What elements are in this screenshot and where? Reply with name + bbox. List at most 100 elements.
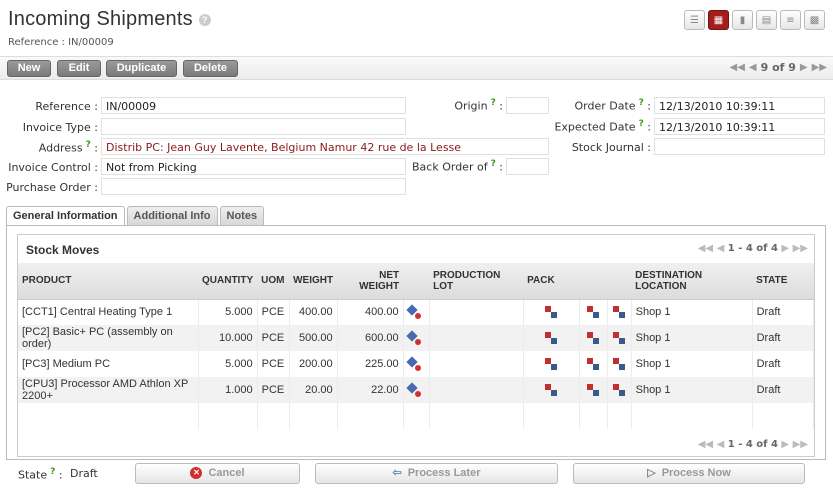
cell-pack-action-1 [579,299,608,325]
table-row[interactable]: [PC3] Medium PC 5.000 PCE 200.00 225.00 Shop … [18,351,815,377]
pack-icon[interactable] [545,358,558,371]
tab-panel: Stock Moves ◀◀ ◀ 1 - 4 of 4 ▶ ▶▶ PRODUCT… [6,225,826,460]
pack-icon[interactable] [613,306,626,319]
address-field[interactable]: Distrib PC: Jean Guy Lavente, Belgium Na… [101,138,549,155]
origin-field[interactable] [506,97,549,114]
help-icon[interactable]: ? [639,98,644,108]
reference-field[interactable]: IN/00009 [101,97,406,114]
invoice-control-field[interactable]: Not from Picking [101,158,406,175]
last-page-icon[interactable]: ▶▶ [793,243,808,254]
col-uom[interactable]: UOM [257,263,290,300]
pack-icon[interactable] [545,332,558,345]
col-net-weight[interactable]: NET WEIGHT [337,263,404,300]
list-view-icon[interactable]: ☰ [684,10,705,30]
pack-icon[interactable] [613,332,626,345]
help-icon[interactable]: ? [491,98,496,108]
process-later-button[interactable]: ⇦ Process Later [315,463,558,484]
stock-moves-grid: Stock Moves ◀◀ ◀ 1 - 4 of 4 ▶ ▶▶ PRODUCT… [17,234,815,457]
first-record-icon[interactable]: ◀◀ [730,62,745,73]
help-icon[interactable]: ? [198,13,211,26]
cell-production-lot [429,351,524,377]
next-record-icon[interactable]: ▶ [800,62,808,73]
prev-record-icon[interactable]: ◀ [749,62,757,73]
pack-icon[interactable] [587,358,600,371]
next-page-icon[interactable]: ▶ [781,439,789,450]
tab-additional-info[interactable]: Additional Info [126,206,218,225]
pack-icon[interactable] [587,306,600,319]
col-state[interactable]: STATE [752,263,814,300]
cell-uom: PCE [257,325,290,351]
order-date-field[interactable]: 12/13/2010 10:39:11 [654,97,825,114]
edit-button[interactable]: Edit [57,60,101,77]
calendar-view-icon[interactable]: ▤ [756,10,777,30]
first-page-icon[interactable]: ◀◀ [698,243,713,254]
help-icon[interactable]: ? [491,159,496,169]
process-now-button[interactable]: ▷ Process Now [573,463,805,484]
tab-notes[interactable]: Notes [219,206,265,225]
cell-destination-location: Shop 1 [631,351,753,377]
purchase-order-field[interactable] [101,178,406,195]
cell-pack-action-2 [607,377,632,403]
last-page-icon[interactable]: ▶▶ [793,439,808,450]
cell-state: Draft [752,299,815,325]
split-move-icon[interactable] [405,304,421,320]
col-production-lot[interactable]: PRODUCTION LOT [429,263,524,300]
split-move-icon[interactable] [405,382,421,398]
table-row[interactable]: [CCT1] Central Heating Type 1 5.000 PCE 400… [18,299,815,325]
prev-page-icon[interactable]: ◀ [717,439,725,450]
pack-icon[interactable] [545,384,558,397]
cell-weight: 400.00 [289,299,338,325]
graph-view-icon[interactable]: ▮ [732,10,753,30]
split-move-icon[interactable] [405,330,421,346]
order-date-label: Order Date? : [574,98,652,113]
help-icon[interactable]: ? [639,119,644,129]
prev-page-icon[interactable]: ◀ [717,243,725,254]
col-quantity[interactable]: QUANTITY [198,263,258,300]
pager-text: 9 of 9 [760,61,796,74]
expected-date-field[interactable]: 12/13/2010 10:39:11 [654,118,825,135]
table-row[interactable]: [CPU3] Processor AMD Athlon XP 2200+ 1.00… [18,377,815,403]
col-pack[interactable]: PACK [523,263,580,300]
col-destination-location[interactable]: DESTINATION LOCATION [631,263,753,300]
address-label: Address? : [38,140,98,155]
help-icon[interactable]: ? [86,140,91,150]
invoice-type-field[interactable] [101,118,406,135]
gantt-view-icon[interactable]: ≡ [780,10,801,30]
next-page-icon[interactable]: ▶ [781,243,789,254]
help-icon[interactable]: ? [50,467,55,477]
duplicate-button[interactable]: Duplicate [106,60,177,77]
cell-action [403,325,430,351]
new-button[interactable]: New [7,60,51,77]
stock-moves-title: Stock Moves [26,243,100,257]
pack-icon[interactable] [613,384,626,397]
toolbar: New Edit Duplicate Delete ◀◀ ◀ 9 of 9 ▶ … [0,56,833,80]
cancel-button[interactable]: ✕ Cancel [135,463,300,484]
table-row[interactable]: [PC2] Basic+ PC (assembly on order) 10.00… [18,325,815,351]
empty-cell [523,403,580,429]
col-product[interactable]: PRODUCT [18,263,198,300]
split-move-icon[interactable] [405,356,421,372]
pack-icon[interactable] [587,384,600,397]
first-page-icon[interactable]: ◀◀ [698,439,713,450]
cell-net-weight: 225.00 [337,351,404,377]
form-view-icon[interactable]: ▦ [708,10,729,30]
cell-action [403,299,430,325]
invoice-control-label: Invoice Control : [8,161,98,174]
back-order-field[interactable] [506,158,549,175]
pack-icon[interactable] [613,358,626,371]
cell-pack [523,299,580,325]
stock-journal-field[interactable] [654,138,825,155]
cancel-icon: ✕ [190,467,203,480]
cell-quantity: 1.000 [198,377,258,403]
stock-moves-footer-pager: ◀◀ ◀ 1 - 4 of 4 ▶ ▶▶ [697,439,808,450]
origin-label: Origin? : [454,98,503,113]
col-action [403,263,430,300]
pack-icon[interactable] [587,332,600,345]
delete-button[interactable]: Delete [183,60,238,77]
tab-general-information[interactable]: General Information [6,206,125,226]
kanban-view-icon[interactable]: ▩ [804,10,825,30]
pack-icon[interactable] [545,306,558,319]
last-record-icon[interactable]: ▶▶ [812,62,827,73]
cell-destination-location: Shop 1 [631,325,753,351]
col-weight[interactable]: WEIGHT [289,263,338,300]
